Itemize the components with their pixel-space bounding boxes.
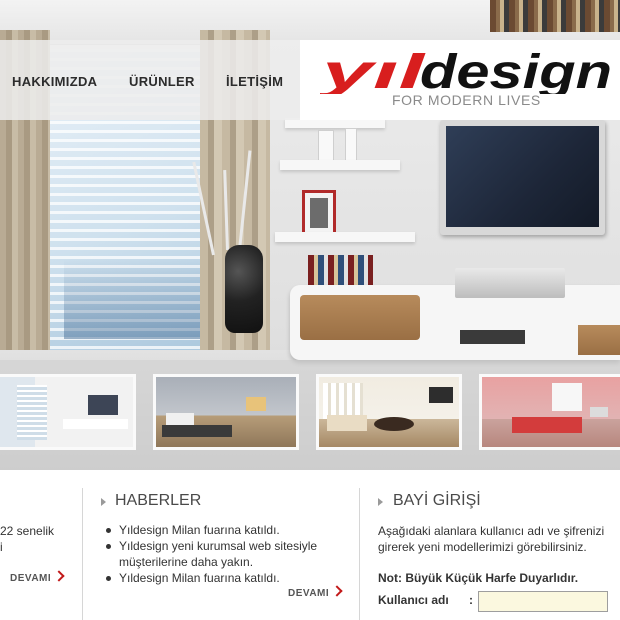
logo-brand-black: design [420,48,612,94]
about-more-link[interactable]: DEVAMI [10,570,65,584]
username-input[interactable] [478,591,608,612]
news-item[interactable]: Yıldesign Milan fuarına katıldı. [104,570,354,586]
wooden-drawer [578,325,620,355]
thumb-shelf [166,413,194,425]
news-more-label: DEVAMI [288,588,330,599]
thumb-cabinet [162,425,232,437]
column-divider [359,488,360,620]
shelf-ornament [345,128,357,162]
thumb-window [17,385,47,440]
dealer-login-heading: BAYİ GİRİŞİ [393,492,481,509]
logo-brand-red: yıl [320,48,427,94]
thumb-tv [429,387,453,403]
nav-link-about[interactable]: HAKKIMIZDA [12,74,97,89]
dealer-description: Aşağıdaki alanlara kullanıcı adı ve şifr… [378,524,605,554]
wall-shelf [275,232,415,242]
bullet-arrow-icon [101,498,106,506]
about-text-line: 22 senelik [0,524,55,538]
username-label: Kullanıcı adı [378,593,449,607]
thumb-sofa [327,415,367,431]
about-more-label: DEVAMI [10,573,52,584]
dealer-note: Not: Büyük Küçük Harfe Duyarlıdır. [378,571,579,585]
media-player [460,330,525,344]
nav-link-products[interactable]: ÜRÜNLER [129,74,195,89]
thumb-window [323,383,363,419]
bullet-arrow-icon [378,498,383,506]
black-vase [225,245,263,333]
television [440,120,605,235]
logo-wordmark: yıl design [320,48,612,94]
thumbnail-strip [0,360,620,470]
news-list: Yıldesign Milan fuarına katıldı. Yıldesi… [104,522,354,586]
picture-frame [302,190,336,236]
content-area: 22 senelik i DEVAMI HABERLER Yıldesign M… [0,470,620,620]
chevron-right-icon [53,570,65,582]
column-divider [82,488,83,620]
brand-logo[interactable]: yıl design FOR MODERN LIVES [300,40,620,120]
nav-link-contact[interactable]: İLETİŞİM [226,74,283,89]
thumbnail-interior-2[interactable] [153,374,299,450]
thumbnail-interior-1[interactable] [0,374,136,450]
thumbnail-interior-3[interactable] [316,374,462,450]
chevron-right-icon [331,585,343,597]
thumb-skylight [246,397,266,411]
main-nav: HAKKIMIZDA ÜRÜNLER İLETİŞİM [0,40,300,120]
thumb-desk [512,417,582,433]
username-colon: : [469,593,473,607]
wooden-drawer [300,295,420,340]
wall-shelf [280,160,400,170]
thumb-monitor [590,407,608,417]
news-item[interactable]: Yıldesign yeni kurumsal web sitesiyle mü… [104,538,354,570]
shelf-ornament [318,130,334,162]
logo-tagline: FOR MODERN LIVES [392,92,541,108]
dvd-player [455,268,565,298]
about-text-line: i [0,540,3,554]
news-more-link[interactable]: DEVAMI [288,585,343,599]
thumb-coffee-table [374,417,414,431]
news-item[interactable]: Yıldesign Milan fuarına katıldı. [104,522,354,538]
thumb-console [63,419,128,429]
thumb-tv [88,395,118,415]
thumb-window [552,383,582,411]
thumbnail-interior-4[interactable] [479,374,620,450]
top-shelf-books [490,0,620,32]
news-heading: HABERLER [115,492,202,509]
